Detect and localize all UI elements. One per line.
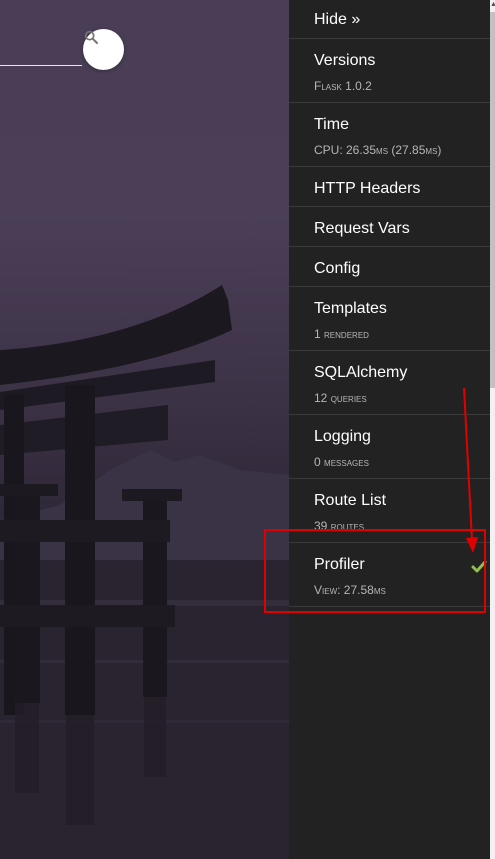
panel-title: Logging — [314, 428, 371, 445]
panel-title: Route List — [314, 492, 387, 509]
panel-http-headers[interactable]: HTTP Headers — [289, 167, 490, 207]
scroll-up-arrow-icon[interactable]: ▲ — [490, 0, 495, 10]
panel-title: HTTP Headers — [314, 180, 421, 197]
panel-title: Templates — [314, 300, 387, 317]
panel-title: Profiler — [314, 556, 365, 573]
panel-subtitle: 1 rendered — [314, 327, 369, 341]
panel-request-vars[interactable]: Request Vars — [289, 207, 490, 247]
hide-toolbar-button[interactable]: Hide » — [289, 0, 490, 39]
panel-subtitle: CPU: 26.35ms (27.85ms) — [314, 143, 442, 157]
enabled-checkbox-check-icon[interactable] — [471, 560, 487, 574]
panel-logging[interactable]: Logging 0 messages — [289, 415, 490, 479]
scrollbar-thumb[interactable] — [490, 12, 495, 388]
search-button[interactable] — [83, 29, 124, 70]
debug-toolbar: Hide » Versions Flask 1.0.2 Time CPU: 26… — [289, 0, 490, 859]
panel-title: Config — [314, 260, 361, 277]
panel-subtitle: 39 routes — [314, 519, 365, 533]
panel-time[interactable]: Time CPU: 26.35ms (27.85ms) — [289, 103, 490, 167]
panel-templates[interactable]: Templates 1 rendered — [289, 287, 490, 351]
panel-profiler[interactable]: Profiler View: 27.58ms — [289, 543, 490, 607]
panel-sqlalchemy[interactable]: SQLAlchemy 12 queries — [289, 351, 490, 415]
panel-title: Versions — [314, 52, 376, 69]
panel-subtitle: Flask 1.0.2 — [314, 79, 372, 93]
torii-gate-silhouette — [0, 285, 289, 859]
panel-title: SQLAlchemy — [314, 364, 408, 381]
scrollbar[interactable]: ▲ — [490, 0, 495, 859]
panel-versions[interactable]: Versions Flask 1.0.2 — [289, 39, 490, 103]
background-photo — [0, 0, 289, 859]
hide-label: Hide » — [314, 11, 361, 28]
panel-subtitle: 12 queries — [314, 391, 367, 405]
panel-config[interactable]: Config — [289, 247, 490, 287]
search-icon — [84, 30, 98, 44]
panel-title: Time — [314, 116, 349, 133]
panel-title: Request Vars — [314, 220, 410, 237]
panel-subtitle: 0 messages — [314, 455, 369, 469]
panel-route-list[interactable]: Route List 39 routes — [289, 479, 490, 543]
search-input-underline[interactable] — [0, 65, 82, 66]
panel-subtitle: View: 27.58ms — [314, 583, 386, 597]
